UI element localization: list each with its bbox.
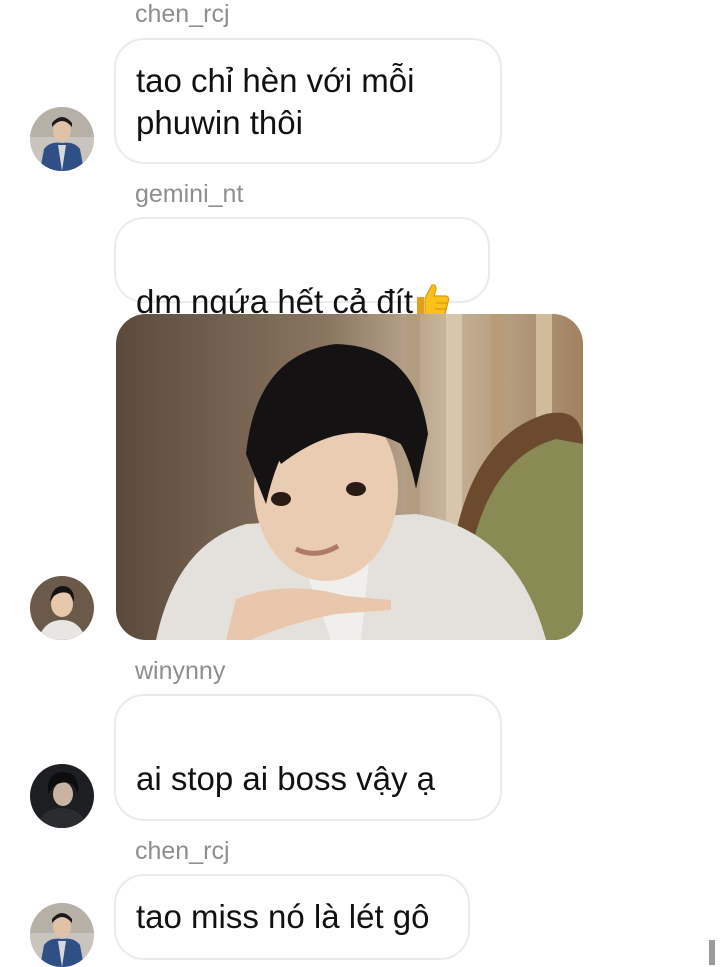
message-bubble[interactable]: ai stop ai boss vậy ạ — [114, 694, 502, 923]
avatar[interactable] — [30, 903, 94, 967]
avatar[interactable] — [30, 107, 94, 171]
avatar[interactable] — [30, 576, 94, 640]
sender-username[interactable]: chen_rcj — [135, 0, 230, 29]
scrollbar-thumb[interactable] — [709, 940, 715, 965]
sender-username[interactable]: chen_rcj — [135, 836, 230, 866]
shared-photo[interactable] — [116, 314, 583, 640]
message-text: ai stop ai boss vậy ạ — [136, 760, 435, 797]
sender-username[interactable]: winynny — [135, 656, 225, 686]
avatar[interactable] — [30, 764, 94, 828]
sender-username[interactable]: gemini_nt — [135, 179, 243, 209]
message-bubble[interactable]: tao chỉ hèn với mỗi phuwin thôi — [114, 38, 502, 164]
message-bubble[interactable]: dm ngứa hết cả đít — [114, 217, 490, 320]
message-bubble[interactable]: tao miss nó là lét gô — [114, 874, 470, 960]
